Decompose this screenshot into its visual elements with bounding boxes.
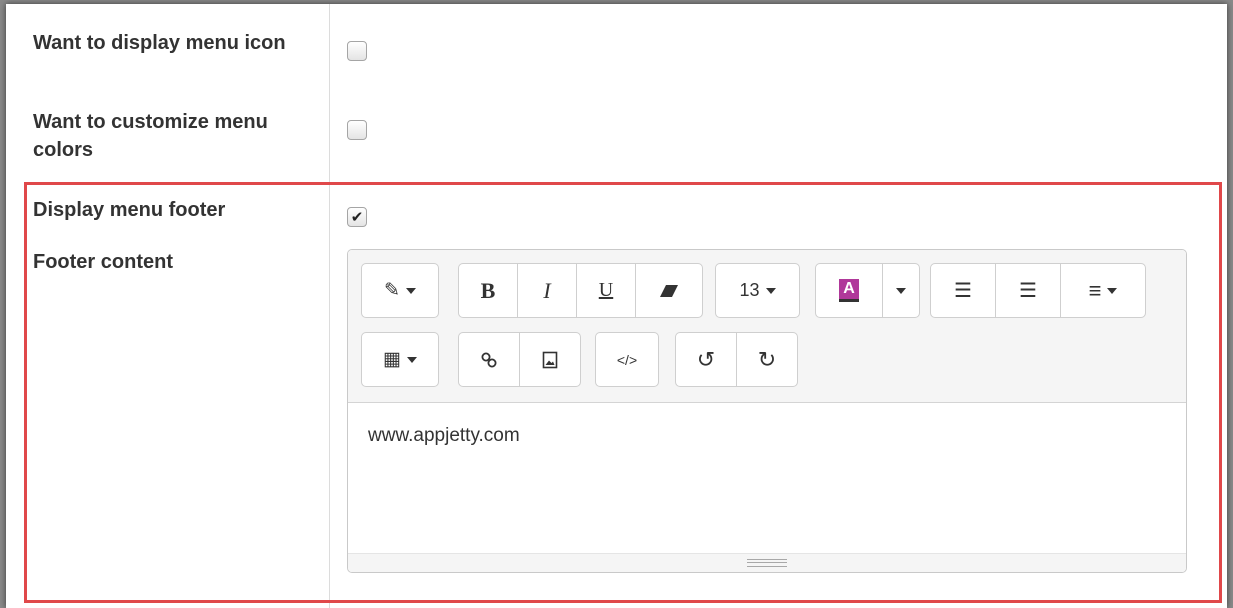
italic-button[interactable]: I (517, 263, 577, 318)
rich-text-editor: ✎ B I U 13 A ☰ ☰ ≡ ▦ </> ↺ ↻ www.appjett… (347, 249, 1187, 573)
chevron-down-icon (406, 356, 417, 363)
font-color-dropdown[interactable] (882, 263, 920, 318)
table-group: ▦ (361, 332, 439, 387)
editor-content[interactable]: www.appjetty.com (368, 425, 520, 447)
menu-footer-label: Display menu footer (33, 199, 226, 221)
font-color-icon: A (839, 279, 859, 302)
grip-icon (747, 559, 787, 567)
chevron-down-icon (896, 287, 906, 294)
bold-icon: B (480, 277, 496, 303)
table-icon: ▦ (383, 349, 401, 370)
style-group: ✎ (361, 263, 439, 318)
insert-group (458, 332, 581, 387)
editor-toolbar: ✎ B I U 13 A ☰ ☰ ≡ ▦ </> ↺ ↻ (348, 250, 1186, 403)
magic-wand-icon: ✎ (384, 280, 400, 301)
table-dropdown-button[interactable]: ▦ (361, 332, 439, 387)
history-group: ↺ ↻ (675, 332, 798, 387)
link-button[interactable] (458, 332, 520, 387)
align-left-icon: ≡ (1088, 277, 1102, 303)
menu-colors-checkbox[interactable] (347, 120, 367, 140)
style-dropdown-button[interactable]: ✎ (361, 263, 439, 318)
bullet-list-button[interactable]: ☰ (930, 263, 996, 318)
chevron-down-icon (1107, 287, 1118, 294)
menu-icon-checkbox[interactable] (347, 41, 367, 61)
code-view-button[interactable]: </> (595, 332, 659, 387)
chevron-down-icon (405, 287, 416, 294)
align-dropdown-button[interactable]: ≡ (1060, 263, 1146, 318)
font-color-button[interactable]: A (815, 263, 883, 318)
code-group: </> (595, 332, 659, 387)
menu-colors-label: Want to customize menu colors (33, 111, 268, 161)
format-group: B I U (458, 263, 703, 318)
code-icon: </> (616, 351, 638, 368)
font-size-value: 13 (739, 280, 760, 300)
underline-button[interactable]: U (576, 263, 636, 318)
menu-footer-checkbox[interactable]: ✔ (347, 207, 367, 227)
italic-icon: I (543, 277, 551, 303)
color-group: A (815, 263, 920, 318)
picture-button[interactable] (519, 332, 581, 387)
bullet-list-icon: ☰ (954, 280, 972, 302)
checkmark-icon: ✔ (350, 208, 364, 226)
bold-button[interactable]: B (458, 263, 518, 318)
paragraph-group: ☰ ☰ ≡ (930, 263, 1146, 318)
eraser-icon (660, 284, 678, 297)
numbered-list-button[interactable]: ☰ (995, 263, 1061, 318)
chevron-down-icon (765, 287, 776, 294)
redo-button[interactable]: ↻ (736, 332, 798, 387)
underline-icon: U (598, 279, 614, 301)
font-size-dropdown[interactable]: 13 (715, 263, 800, 318)
redo-icon: ↻ (757, 346, 777, 372)
link-icon (481, 352, 497, 367)
editor-resize-handle[interactable] (348, 553, 1186, 572)
font-size-group: 13 (715, 263, 800, 318)
clear-format-button[interactable] (635, 263, 703, 318)
undo-icon: ↺ (696, 346, 716, 372)
menu-icon-label: Want to display menu icon (33, 32, 286, 54)
footer-content-label: Footer content (33, 251, 173, 273)
picture-icon (542, 351, 558, 368)
numbered-list-icon: ☰ (1019, 280, 1037, 302)
settings-panel: Want to display menu icon Want to custom… (6, 4, 1227, 608)
undo-button[interactable]: ↺ (675, 332, 737, 387)
